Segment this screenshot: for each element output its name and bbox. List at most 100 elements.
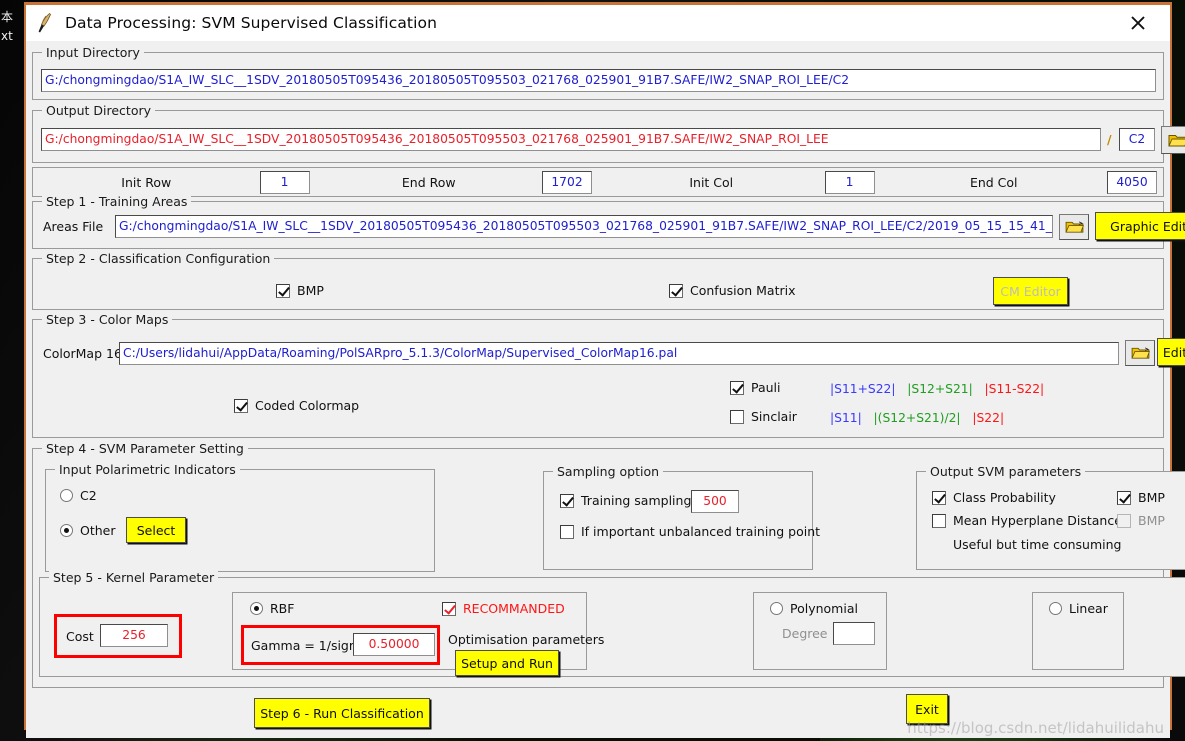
run-classification-button[interactable]: Step 6 - Run Classification	[254, 698, 430, 728]
step1-training-areas-group: Step 1 - Training Areas Areas File G:/ch…	[32, 194, 1185, 249]
init-row-input[interactable]: 1	[259, 170, 310, 194]
mean-hyperplane-row[interactable]: Mean Hyperplane Distance	[932, 513, 1122, 528]
recommanded-checkbox[interactable]	[442, 601, 456, 616]
step3-color-maps-group: Step 3 - Color Maps ColorMap 16 C:/Users…	[32, 312, 1185, 438]
bmp-checkbox-row[interactable]: BMP	[276, 283, 324, 298]
select-button[interactable]: Select	[126, 517, 186, 543]
radio-polynomial-row[interactable]: Polynomial	[770, 601, 858, 616]
setup-and-run-button[interactable]: Setup and Run	[455, 650, 559, 676]
pauli-row[interactable]: Pauli	[730, 380, 781, 395]
step4-svm-parameter-group: Step 4 - SVM Parameter Setting Input Pol…	[32, 441, 1185, 688]
cm-editor-button[interactable]: CM Editor	[993, 277, 1068, 305]
unbalanced-checkbox[interactable]	[560, 524, 574, 539]
radio-rbf[interactable]	[250, 602, 263, 615]
sinclair-label: Sinclair	[751, 409, 797, 424]
sinclair-row[interactable]: Sinclair	[730, 409, 797, 424]
folder-open-icon[interactable]	[1161, 126, 1185, 154]
radio-other-label: Other	[80, 523, 116, 538]
screen: 本 xt Data Processing: SVM Supervised Cla…	[0, 0, 1185, 741]
polynomial-panel: Polynomial Degree	[753, 592, 887, 670]
step2-classification-config-group: Step 2 - Classification Configuration BM…	[32, 251, 1164, 310]
close-icon[interactable]	[1116, 5, 1160, 41]
init-col-label: Init Col	[689, 174, 734, 190]
sinclair-term-2: |(S12+S21)/2|	[873, 411, 961, 425]
sinclair-term-3: |S22|	[972, 411, 1005, 425]
mean-hyperplane-checkbox[interactable]	[932, 513, 946, 528]
areas-file-field[interactable]: G:/chongmingdao/S1A_IW_SLC__1SDV_2018050…	[115, 215, 1053, 238]
desktop-left-text-line-2: xt	[1, 29, 13, 43]
pauli-label: Pauli	[751, 380, 781, 395]
input-polarimetric-indicators-group: Input Polarimetric Indicators C2 Other S…	[45, 462, 435, 572]
training-sampling-row[interactable]: Training sampling	[560, 493, 691, 508]
radio-linear-row[interactable]: Linear	[1049, 601, 1108, 616]
output-subdir-field[interactable]: C2	[1119, 128, 1155, 151]
output-svm-note: Useful but time consuming	[953, 537, 1122, 552]
class-probability-checkbox[interactable]	[932, 490, 946, 505]
end-row-cell: End Row 1702	[316, 170, 599, 194]
class-probability-bmp-row[interactable]: BMP	[1117, 490, 1165, 505]
init-row-cell: Init Row 1	[33, 170, 316, 194]
svm-classification-window: Data Processing: SVM Supervised Classifi…	[24, 2, 1185, 738]
pauli-checkbox[interactable]	[730, 380, 744, 395]
rbf-panel: RBF RECOMMANDED Gamma = 1/sigma 0.50000 …	[232, 592, 604, 676]
degree-input[interactable]	[833, 622, 875, 645]
areas-file-browse-folder-open-icon[interactable]	[1059, 214, 1089, 240]
coded-colormap-row[interactable]: Coded Colormap	[234, 398, 359, 413]
linear-panel: Linear	[1032, 592, 1124, 670]
radio-polynomial[interactable]	[770, 602, 783, 615]
training-sampling-checkbox[interactable]	[560, 493, 574, 508]
colormap-field[interactable]: C:/Users/lidahui/AppData/Roaming/PolSARp…	[119, 342, 1119, 365]
radio-other[interactable]	[60, 524, 73, 537]
end-col-input[interactable]: 4050	[1107, 170, 1157, 194]
class-probability-row[interactable]: Class Probability	[932, 490, 1056, 505]
pauli-term-3: |S11-S22|	[984, 382, 1045, 396]
init-col-input[interactable]: 1	[824, 170, 875, 194]
radio-other-row[interactable]: Other	[60, 523, 116, 538]
input-directory-group: Input Directory G:/chongmingdao/S1A_IW_S…	[32, 45, 1164, 100]
footer-bar: Step 6 - Run Classification Exit	[32, 692, 1164, 738]
class-probability-bmp-checkbox[interactable]	[1117, 490, 1131, 505]
output-directory-field[interactable]: G:/chongmingdao/S1A_IW_SLC__1SDV_2018050…	[41, 128, 1101, 151]
colormap-browse-folder-open-icon[interactable]	[1125, 340, 1155, 366]
cost-input[interactable]: 256	[100, 624, 168, 647]
window-content: Input Directory G:/chongmingdao/S1A_IW_S…	[26, 41, 1185, 738]
sinclair-checkbox[interactable]	[730, 409, 744, 424]
input-directory-field[interactable]: G:/chongmingdao/S1A_IW_SLC__1SDV_2018050…	[41, 69, 1156, 92]
end-row-input[interactable]: 1702	[542, 170, 592, 194]
gamma-label: Gamma = 1/sigma	[251, 638, 369, 653]
unbalanced-row[interactable]: If important unbalanced training point	[560, 524, 820, 539]
graphic-editor-button[interactable]: Graphic Editor	[1095, 212, 1185, 240]
output-directory-legend: Output Directory	[42, 103, 156, 118]
pauli-terms: |S11+S22| |S12+S21| |S11-S22|	[830, 382, 1044, 396]
radio-polynomial-label: Polynomial	[790, 601, 858, 616]
exit-button[interactable]: Exit	[906, 694, 948, 724]
step3-legend: Step 3 - Color Maps	[42, 312, 173, 327]
radio-linear-label: Linear	[1069, 601, 1108, 616]
row-col-range-strip: Init Row 1 End Row 1702 Init Col 1 End C…	[32, 167, 1164, 197]
radio-rbf-row[interactable]: RBF	[250, 601, 294, 616]
end-col-label: End Col	[969, 174, 1018, 190]
end-row-label: End Row	[401, 174, 456, 190]
training-sampling-input[interactable]: 500	[691, 490, 739, 513]
colormap-edit-button[interactable]: Edit	[1157, 338, 1185, 366]
bmp-checkbox[interactable]	[276, 283, 290, 298]
radio-c2-row[interactable]: C2	[60, 488, 97, 503]
areas-file-label: Areas File	[43, 219, 104, 234]
step2-legend: Step 2 - Classification Configuration	[42, 251, 275, 266]
gamma-input[interactable]: 0.50000	[353, 633, 435, 656]
step5-kernel-parameter-group: Step 5 - Kernel Parameter Cost 256 RBF R…	[39, 570, 1185, 677]
coded-colormap-checkbox[interactable]	[234, 398, 248, 413]
step4-legend: Step 4 - SVM Parameter Setting	[42, 441, 248, 456]
sinclair-term-1: |S11|	[830, 411, 862, 425]
confusion-matrix-checkbox-row[interactable]: Confusion Matrix	[669, 283, 796, 298]
desktop-left-text-line-1: 本	[1, 10, 14, 24]
confusion-matrix-checkbox[interactable]	[669, 283, 683, 298]
radio-linear[interactable]	[1049, 602, 1062, 615]
radio-c2[interactable]	[60, 489, 73, 502]
recommanded-row[interactable]: RECOMMANDED	[442, 601, 565, 616]
sinclair-terms: |S11| |(S12+S21)/2| |S22|	[830, 411, 1004, 425]
feather-pen-icon	[32, 10, 58, 36]
mean-hyperplane-bmp-checkbox	[1117, 513, 1131, 528]
output-svm-parameters-group: Output SVM parameters Class Probability …	[916, 464, 1185, 570]
pauli-term-1: |S11+S22|	[830, 382, 896, 396]
